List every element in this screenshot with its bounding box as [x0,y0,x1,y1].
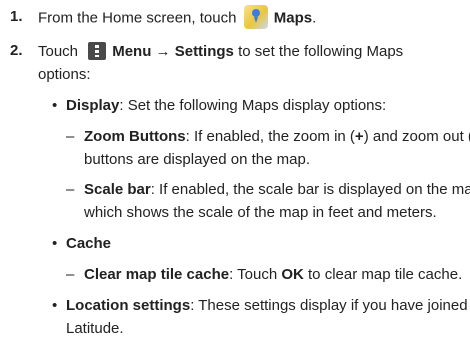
maps-icon [243,5,268,29]
step-2-line-1: Touch Menu → Settings to set the followi… [38,41,404,62]
step-1-text: From the Home screen, touch [38,9,237,27]
display-text: : Set the following Maps display options… [119,97,387,114]
step-number-2: 2. [10,42,23,59]
bullet: • [52,297,58,314]
arrow-icon: → [155,43,171,60]
zoom-text-line2: buttons are displayed on the map. [84,151,310,168]
clear-cache-item: – Clear map tile cache: Touch OK to clear… [66,265,462,285]
dash: – [66,181,75,198]
zoom-buttons-line-2: buttons are displayed on the map. [84,150,310,170]
step-2-text: to set the following Maps [238,43,404,60]
dash: – [66,128,75,145]
display-item: • Display: Set the following Maps display… [52,96,386,116]
bullet: • [52,235,58,252]
location-text-line2: Latitude. [66,320,124,337]
location-settings-label: Location settings [66,297,191,314]
clear-cache-label: Clear map tile cache [84,266,230,283]
settings-label: Settings [174,43,234,60]
menu-label: Menu [112,43,152,60]
location-text-1: : These settings display if you have joi… [190,297,468,314]
step-2-line-2: options: [38,65,91,85]
cache-label: Cache [66,235,112,252]
zoom-buttons-label: Zoom Buttons [84,128,186,145]
step-1-line: From the Home screen, touch Maps. [38,5,317,29]
zoom-text-2: ) and zoom out ( [363,128,470,145]
cache-item: • Cache [52,234,111,254]
menu-icon [88,41,107,60]
clear-text-1: : Touch [229,266,278,283]
dash: – [66,266,75,283]
scale-bar-line-2: which shows the scale of the map in feet… [84,203,437,223]
scale-text-line2: which shows the scale of the map in feet… [84,204,437,221]
ok-label: OK [281,266,304,283]
scale-bar-label: Scale bar [84,181,151,198]
scale-text-1: : If enabled, the scale bar is displayed… [150,181,470,198]
location-settings-item: • Location settings: These settings displ… [52,296,468,316]
zoom-text-1: : If enabled, the zoom in ( [185,128,355,145]
clear-text-2: to clear map tile cache. [308,266,463,283]
bullet: • [52,97,58,114]
maps-label: Maps [273,9,313,27]
zoom-buttons-item: – Zoom Buttons: If enabled, the zoom in (… [66,127,470,147]
location-settings-line-2: Latitude. [66,319,124,339]
step-1-period: . [312,9,317,27]
step-2-touch: Touch [38,43,79,60]
display-label: Display [66,97,120,114]
scale-bar-item: – Scale bar: If enabled, the scale bar is… [66,180,470,200]
step-2-text-line2: options: [38,66,91,83]
step-number-1: 1. [10,8,23,25]
plus-icon: + [354,128,364,145]
